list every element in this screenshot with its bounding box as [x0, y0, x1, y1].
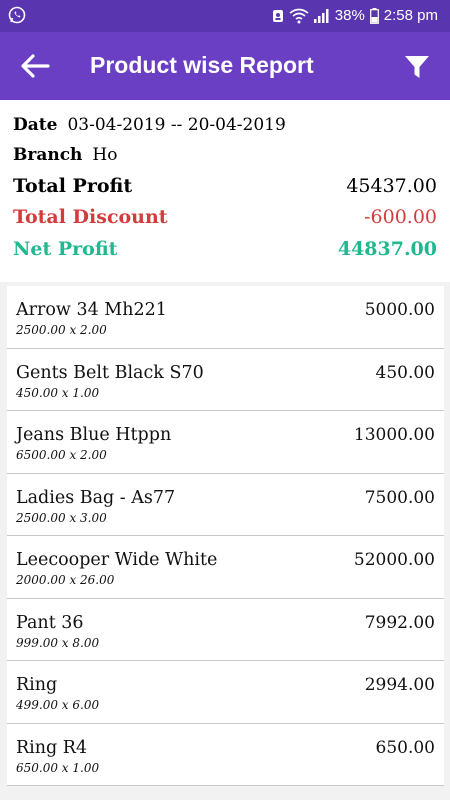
- notification-icon: [272, 9, 284, 23]
- whatsapp-icon: [8, 6, 26, 28]
- total-discount-value: -600.00: [364, 206, 437, 228]
- product-name: Gents Belt Black S70: [16, 362, 204, 383]
- list-item[interactable]: Pant 36 999.00 x 8.00 7992.00: [7, 599, 444, 661]
- product-amount: 650.00: [375, 737, 435, 758]
- product-price-qty: 2000.00 x 26.00: [16, 573, 115, 587]
- branch-row: Branch Ho: [13, 145, 437, 165]
- net-profit-value: 44837.00: [337, 238, 437, 260]
- wifi-icon: [289, 8, 309, 24]
- list-item[interactable]: Jeans Blue Htppn 6500.00 x 2.00 13000.00: [7, 411, 444, 474]
- list-item[interactable]: Gents Belt Black S70 450.00 x 1.00 450.0…: [7, 349, 444, 411]
- total-discount-row: Total Discount -600.00: [13, 206, 437, 228]
- branch-label: Branch: [13, 145, 83, 165]
- battery-percent: 38%: [334, 7, 365, 24]
- filter-button[interactable]: [404, 54, 430, 80]
- list-item[interactable]: Leecooper Wide White 2000.00 x 26.00 520…: [7, 536, 444, 599]
- page-title: Product wise Report: [90, 52, 314, 78]
- date-value: 03-04-2019 -- 20-04-2019: [67, 115, 286, 135]
- product-amount: 5000.00: [364, 300, 435, 320]
- product-price-qty: 499.00 x 6.00: [16, 698, 100, 712]
- product-name: Ring R4: [16, 737, 88, 758]
- back-button[interactable]: [18, 50, 52, 82]
- list-item[interactable]: Ring 499.00 x 6.00 2994.00: [7, 661, 444, 724]
- total-profit-value: 45437.00: [346, 175, 437, 197]
- total-profit-row: Total Profit 45437.00: [13, 175, 437, 197]
- product-amount: 2994.00: [364, 675, 435, 695]
- date-row: Date 03-04-2019 -- 20-04-2019: [13, 115, 437, 135]
- signal-icon: [313, 8, 330, 23]
- net-profit-row: Net Profit 44837.00: [13, 238, 437, 260]
- product-list: Arrow 34 Mh221 2500.00 x 2.00 5000.00 Ge…: [7, 286, 444, 786]
- product-amount: 52000.00: [353, 550, 435, 570]
- product-amount: 7500.00: [364, 487, 435, 508]
- list-item[interactable]: Ring R4 650.00 x 1.00 650.00: [7, 724, 444, 786]
- net-profit-label: Net Profit: [13, 238, 118, 260]
- status-bar: 38% 2:58 pm: [0, 0, 450, 32]
- product-name: Jeans Blue Htppn: [16, 425, 172, 445]
- status-time: 2:58 pm: [383, 7, 438, 24]
- list-item[interactable]: Arrow 34 Mh221 2500.00 x 2.00 5000.00: [7, 286, 444, 349]
- battery-icon: [369, 7, 379, 24]
- product-price-qty: 6500.00 x 2.00: [16, 448, 107, 462]
- product-amount: 7992.00: [364, 612, 435, 633]
- total-profit-label: Total Profit: [13, 175, 133, 197]
- list-item[interactable]: Ladies Bag - As77 2500.00 x 3.00 7500.00: [7, 474, 444, 536]
- product-name: Arrow 34 Mh221: [16, 300, 167, 320]
- product-price-qty: 650.00 x 1.00: [16, 760, 100, 775]
- product-price-qty: 999.00 x 8.00: [16, 635, 100, 650]
- branch-value: Ho: [92, 145, 118, 165]
- total-discount-label: Total Discount: [13, 206, 168, 228]
- product-amount: 450.00: [375, 362, 435, 383]
- app-bar: Product wise Report: [0, 32, 450, 100]
- report-summary: Date 03-04-2019 -- 20-04-2019 Branch Ho To…: [0, 100, 450, 282]
- product-name: Ladies Bag - As77: [16, 487, 176, 508]
- product-name: Pant 36: [16, 612, 84, 633]
- product-amount: 13000.00: [353, 425, 435, 445]
- arrow-left-icon: [21, 54, 50, 78]
- filter-icon: [405, 56, 429, 78]
- product-name: Ring: [16, 675, 58, 695]
- product-name: Leecooper Wide White: [16, 550, 218, 570]
- product-price-qty: 2500.00 x 3.00: [16, 510, 107, 525]
- product-price-qty: 2500.00 x 2.00: [16, 323, 107, 337]
- date-label: Date: [13, 115, 58, 135]
- product-price-qty: 450.00 x 1.00: [16, 385, 100, 400]
